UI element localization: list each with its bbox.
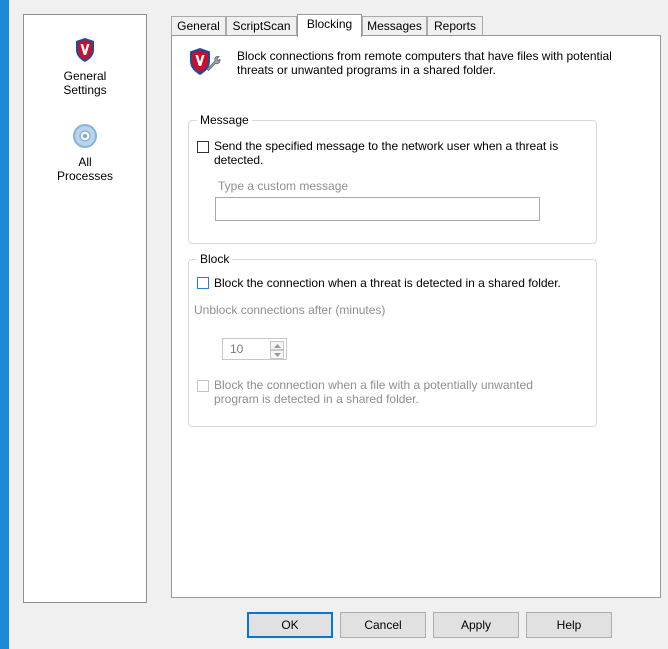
send-message-label: Send the specified message to the networ… [214,139,559,167]
unblock-minutes-spinner[interactable]: 10 [222,338,287,360]
unblock-after-label: Unblock connections after (minutes) [194,303,386,317]
spinner-down-button[interactable] [270,350,284,359]
spinner-buttons [270,341,284,359]
tab-scriptscan[interactable]: ScriptScan [226,16,297,35]
send-message-checkbox[interactable] [197,141,209,153]
sidebar-item-label: General Settings [63,69,107,97]
sidebar-item-label: All Processes [56,155,114,183]
block-group: Block Block the connection when a threat… [188,251,597,427]
chevron-down-icon [274,353,281,357]
tab-blocking[interactable]: Blocking [297,14,362,37]
sidebar-item-general-settings[interactable]: General Settings [24,37,146,97]
shield-wrench-icon [188,47,222,80]
window-accent-bar [0,0,9,649]
block-group-title: Block [197,251,233,267]
blocking-description: Block connections from remote computers … [237,49,612,77]
help-button[interactable]: Help [526,612,612,638]
ok-button[interactable]: OK [247,612,333,638]
custom-message-label: Type a custom message [218,179,349,193]
message-group: Message Send the specified message to th… [188,112,597,244]
sidebar: General Settings All Processes [23,14,147,603]
tab-general[interactable]: General [171,16,226,35]
block-pup-label: Block the connection when a file with a … [214,378,533,406]
disc-icon [24,123,146,152]
chevron-up-icon [274,344,281,348]
shield-icon [24,37,146,66]
custom-message-input[interactable] [215,197,540,221]
apply-button[interactable]: Apply [433,612,519,638]
block-threat-label: Block the connection when a threat is de… [214,276,561,290]
block-threat-checkbox[interactable] [197,277,209,289]
unblock-minutes-value: 10 [230,342,244,356]
block-pup-checkbox[interactable] [197,380,209,392]
cancel-button[interactable]: Cancel [340,612,426,638]
blocking-tab-panel: Block connections from remote computers … [171,35,661,598]
message-group-title: Message [197,112,252,128]
tab-reports[interactable]: Reports [427,16,483,35]
tab-messages[interactable]: Messages [362,16,427,35]
spinner-up-button[interactable] [270,341,284,350]
sidebar-item-all-processes[interactable]: All Processes [24,123,146,183]
